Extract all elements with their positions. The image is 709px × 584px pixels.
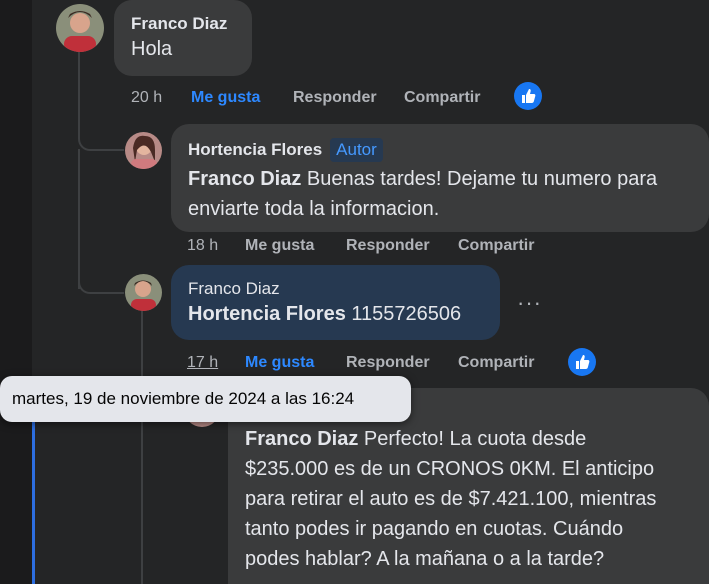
timestamp-tooltip: martes, 19 de noviembre de 2024 a las 16… bbox=[0, 376, 411, 422]
comment-actions: 18 h Me gusta Responder Compartir bbox=[187, 237, 567, 257]
comment-author[interactable]: Franco Diaz bbox=[188, 279, 500, 299]
like-button[interactable]: Me gusta bbox=[191, 89, 260, 107]
share-button[interactable]: Compartir bbox=[458, 354, 534, 372]
comment-bubble: Hortencia Flores Autor Franco Diaz Buenas… bbox=[171, 124, 709, 232]
comment-text: para retirar el auto es de $7.421.100, m… bbox=[245, 488, 657, 510]
comment-text: tanto podes ir pagando en cuotas. Cuándo bbox=[245, 518, 624, 540]
like-button[interactable]: Me gusta bbox=[245, 354, 314, 372]
reply-button[interactable]: Responder bbox=[346, 354, 430, 372]
comment-author[interactable]: Franco Diaz bbox=[131, 14, 252, 34]
thread-line bbox=[78, 246, 124, 294]
comment-time[interactable]: 20 h bbox=[131, 89, 162, 107]
comment-text: Perfecto! La cuota desde bbox=[363, 428, 587, 450]
avatar[interactable] bbox=[125, 132, 162, 169]
comment-text: Hola bbox=[131, 38, 173, 60]
comment-actions: 17 h Me gusta Responder Compartir bbox=[187, 354, 567, 374]
share-button[interactable]: Compartir bbox=[404, 89, 480, 107]
mention-link[interactable]: Franco Diaz bbox=[188, 168, 301, 190]
comment-text: $235.000 es de un CRONOS 0KM. El anticip… bbox=[245, 458, 655, 480]
thread-line bbox=[141, 311, 143, 584]
comment-text: podes hablar? A la mañana o a la tarde? bbox=[245, 548, 605, 570]
like-button[interactable]: Me gusta bbox=[245, 237, 314, 255]
reply-button[interactable]: Responder bbox=[293, 89, 377, 107]
comment-author[interactable]: Hortencia Flores bbox=[188, 140, 322, 159]
comment-actions: 20 h Me gusta Responder Compartir bbox=[131, 89, 511, 109]
mention-link[interactable]: Franco Diaz bbox=[245, 428, 358, 450]
mention-link[interactable]: Hortencia Flores bbox=[188, 303, 346, 325]
comment-text: Buenas tardes! Dejame tu numero para bbox=[306, 168, 658, 190]
like-reaction-icon[interactable] bbox=[568, 348, 596, 376]
reply-button[interactable]: Responder bbox=[346, 237, 430, 255]
share-button[interactable]: Compartir bbox=[458, 237, 534, 255]
avatar[interactable] bbox=[125, 274, 162, 311]
comment-bubble-selected: Franco Diaz Hortencia Flores 1155726506 bbox=[171, 265, 500, 340]
author-badge: Autor bbox=[330, 138, 383, 162]
more-options-icon[interactable]: ··· bbox=[517, 290, 542, 316]
like-reaction-icon[interactable] bbox=[514, 82, 542, 110]
comment-bubble: Franco Diaz Hola bbox=[114, 0, 252, 76]
comment-text: enviarte toda la informacion. bbox=[188, 198, 440, 220]
comment-time[interactable]: 18 h bbox=[187, 237, 218, 255]
comment-text: 1155726506 bbox=[351, 303, 462, 325]
comment-time[interactable]: 17 h bbox=[187, 354, 218, 372]
avatar[interactable] bbox=[56, 4, 104, 52]
